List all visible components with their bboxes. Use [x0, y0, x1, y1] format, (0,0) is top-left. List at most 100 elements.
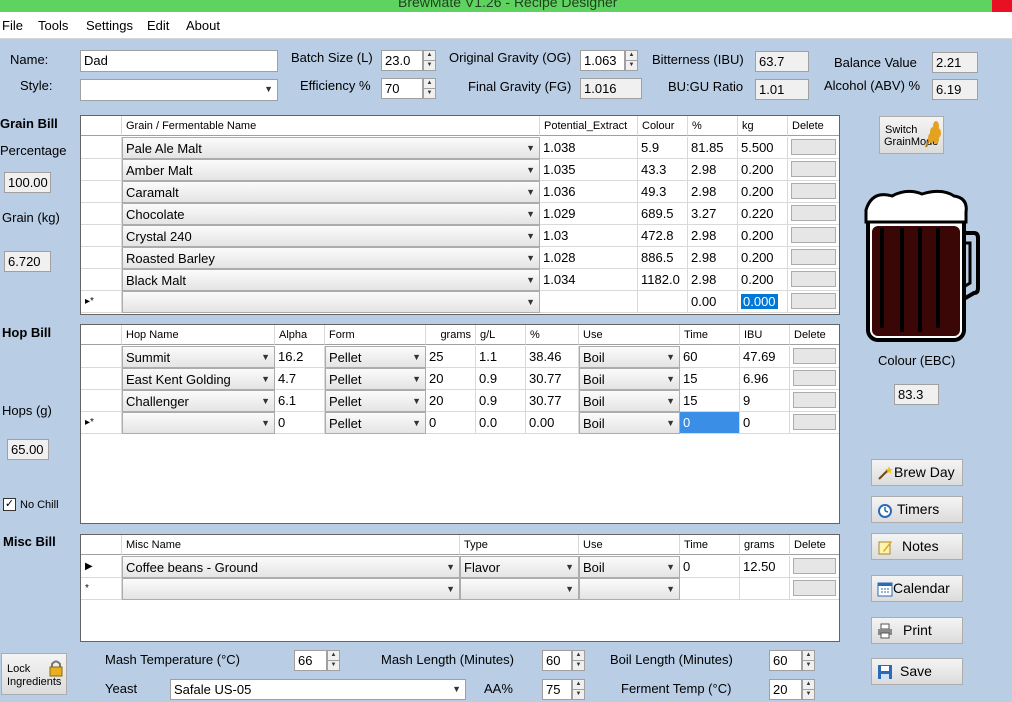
misc-cell[interactable]: Flavor ▼	[460, 556, 579, 578]
hop-cell[interactable]: Pellet ▼	[325, 346, 426, 368]
grain-cell[interactable]: 0.200	[738, 159, 788, 181]
grain-col-name[interactable]: Grain / Fermentable Name	[122, 116, 540, 136]
hop-cell[interactable]: 9	[740, 390, 790, 412]
hop-col-delete[interactable]: Delete	[790, 325, 839, 345]
hop-row-header[interactable]: ▸*	[81, 412, 122, 434]
misc-new-row-header[interactable]: *	[81, 578, 122, 600]
hop-cell[interactable]: 47.69	[740, 346, 790, 368]
timers-button[interactable]: Timers	[871, 496, 963, 523]
mash-length-spinner[interactable]: ▲ ▼	[572, 650, 585, 671]
grain-delete-cell[interactable]	[788, 225, 839, 247]
hop-row-header[interactable]	[81, 346, 122, 368]
chevron-down-icon[interactable]: ▼	[526, 138, 535, 158]
hop-cell[interactable]: 16.2	[275, 346, 325, 368]
print-button[interactable]: Print	[871, 617, 963, 644]
delete-row-button[interactable]	[791, 271, 836, 287]
hop-cell[interactable]: 0	[275, 412, 325, 434]
misc-new-cell[interactable]: ▼	[460, 578, 579, 600]
delete-row-button[interactable]	[793, 392, 836, 408]
hop-cell[interactable]: 0	[740, 412, 790, 434]
chevron-down-icon[interactable]: ▼	[526, 270, 535, 290]
hop-cell[interactable]: 6.96	[740, 368, 790, 390]
ferment-temp-input[interactable]: 20	[769, 679, 802, 700]
hop-row-header[interactable]	[81, 390, 122, 412]
switch-grain-mode-button[interactable]: Switch GrainMode	[879, 116, 944, 154]
hop-cell[interactable]: Pellet ▼	[325, 390, 426, 412]
chevron-down-icon[interactable]: ▼	[526, 248, 535, 268]
hop-cell[interactable]: 0.9	[476, 390, 526, 412]
yeast-select[interactable]: Safale US-05 ▼	[170, 679, 466, 700]
hop-col-time[interactable]: Time	[680, 325, 740, 345]
chevron-down-icon[interactable]: ▼	[565, 557, 574, 577]
grain-cell[interactable]: 1.035	[540, 159, 638, 181]
grain-cell[interactable]: 1.036	[540, 181, 638, 203]
efficiency-input[interactable]: 70	[381, 78, 423, 99]
grain-cell[interactable]: 0.200	[738, 269, 788, 291]
grain-cell[interactable]: 49.3	[638, 181, 688, 203]
close-window-button[interactable]	[992, 0, 1012, 12]
hop-col-grams[interactable]: grams	[426, 325, 476, 345]
grain-cell[interactable]: 0.000	[738, 291, 788, 313]
mash-length-input[interactable]: 60	[542, 650, 572, 671]
lock-ingredients-button[interactable]: Lock Ingredients	[1, 653, 67, 695]
misc-cell[interactable]: 12.50	[740, 556, 790, 578]
grain-col-kg[interactable]: kg	[738, 116, 788, 136]
grain-row-header[interactable]	[81, 225, 122, 247]
grain-delete-cell[interactable]	[788, 137, 839, 159]
hop-cell[interactable]: Boil ▼	[579, 412, 680, 434]
chevron-down-icon[interactable]: ▼	[666, 347, 675, 367]
hop-cell[interactable]: 0.00	[526, 412, 579, 434]
grain-cell[interactable]: 81.85	[688, 137, 738, 159]
misc-delete-cell[interactable]	[790, 556, 839, 578]
misc-row-header[interactable]: ▶	[81, 556, 122, 578]
misc-col-name[interactable]: Misc Name	[122, 535, 460, 555]
grain-cell[interactable]: 0.220	[738, 203, 788, 225]
chevron-down-icon[interactable]: ▼	[261, 413, 270, 433]
delete-row-button[interactable]	[791, 227, 836, 243]
chevron-down-icon[interactable]: ▼	[412, 391, 421, 411]
grain-col-percent[interactable]: %	[688, 116, 738, 136]
grain-delete-cell[interactable]	[788, 181, 839, 203]
hop-cell[interactable]: 6.1	[275, 390, 325, 412]
chevron-down-icon[interactable]: ▼	[666, 369, 675, 389]
grain-cell[interactable]	[638, 291, 688, 313]
menu-about[interactable]: About	[186, 18, 220, 33]
hop-cell[interactable]: 30.77	[526, 368, 579, 390]
chevron-down-icon[interactable]: ▼	[526, 292, 535, 312]
misc-new-cell[interactable]	[680, 578, 740, 600]
grain-cell[interactable]: Black Malt ▼	[122, 269, 540, 291]
grain-delete-cell[interactable]	[788, 247, 839, 269]
hop-cell[interactable]: 25	[426, 346, 476, 368]
batch-size-spinner[interactable]: ▲ ▼	[423, 50, 436, 71]
og-spinner[interactable]: ▲ ▼	[625, 50, 638, 71]
grain-cell[interactable]: 0.00	[688, 291, 738, 313]
delete-row-button[interactable]	[791, 293, 836, 309]
hop-cell[interactable]: Pellet ▼	[325, 368, 426, 390]
grain-cell[interactable]: Caramalt ▼	[122, 181, 540, 203]
hop-cell[interactable]: Boil ▼	[579, 390, 680, 412]
grain-cell[interactable]: 5.500	[738, 137, 788, 159]
grain-cell[interactable]: Roasted Barley ▼	[122, 247, 540, 269]
chevron-down-icon[interactable]: ▼	[412, 369, 421, 389]
grain-cell[interactable]: 1.038	[540, 137, 638, 159]
hop-cell[interactable]: 20	[426, 390, 476, 412]
og-input[interactable]: 1.063	[580, 50, 625, 71]
grain-col-delete[interactable]: Delete	[788, 116, 839, 136]
delete-row-button[interactable]	[793, 580, 836, 596]
efficiency-spinner[interactable]: ▲ ▼	[423, 78, 436, 99]
hop-col-ibu[interactable]: IBU	[740, 325, 790, 345]
menu-file[interactable]: File	[2, 18, 23, 33]
grain-cell[interactable]: 1182.0	[638, 269, 688, 291]
hop-cell[interactable]: 20	[426, 368, 476, 390]
hop-row-header[interactable]	[81, 368, 122, 390]
hop-cell[interactable]: 0	[426, 412, 476, 434]
delete-row-button[interactable]	[791, 249, 836, 265]
grain-cell[interactable]: 1.034	[540, 269, 638, 291]
hop-col-use[interactable]: Use	[579, 325, 680, 345]
hop-delete-cell[interactable]	[790, 346, 839, 368]
batch-size-input[interactable]: 23.0	[381, 50, 423, 71]
hop-cell[interactable]: 0	[680, 412, 740, 434]
misc-col-use[interactable]: Use	[579, 535, 680, 555]
delete-row-button[interactable]	[793, 348, 836, 364]
misc-cell[interactable]: Boil ▼	[579, 556, 680, 578]
